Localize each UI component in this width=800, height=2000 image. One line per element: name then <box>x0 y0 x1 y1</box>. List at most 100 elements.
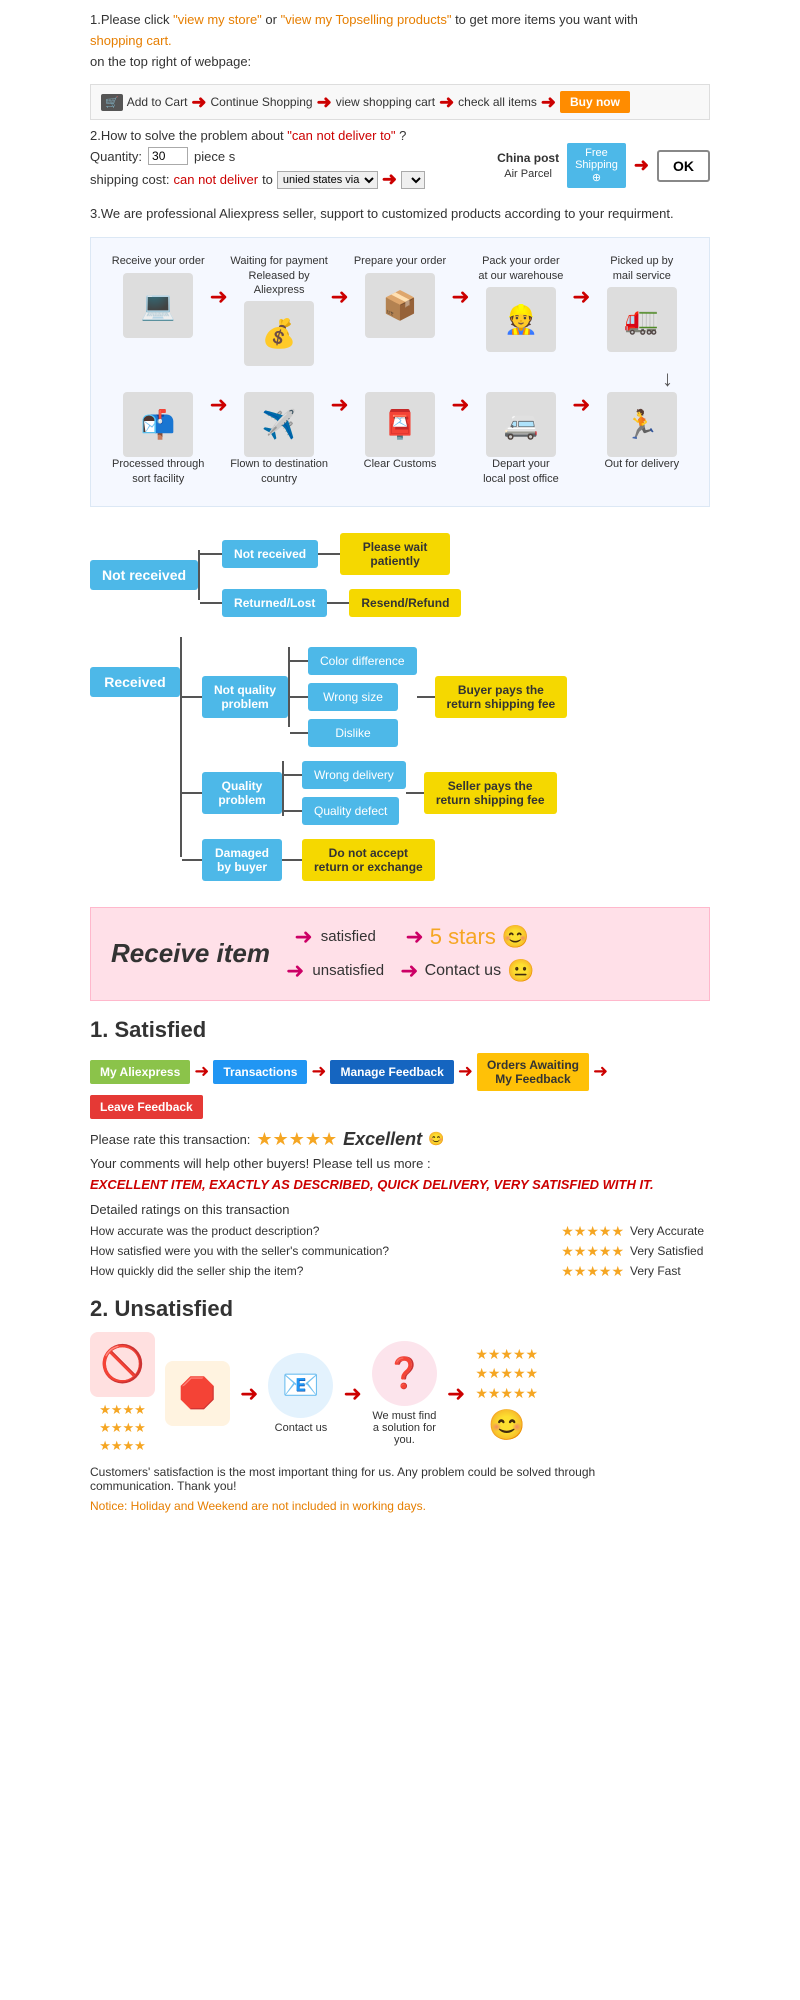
section1-text1: 1.Please click <box>90 12 173 27</box>
process-step-8: 📮 Clear Customs <box>349 392 451 475</box>
unsat-arrow-3: ➜ <box>447 1381 465 1407</box>
process-icon-1: 💻 <box>123 273 193 338</box>
continue-shopping-label: Continue Shopping <box>211 95 313 109</box>
steps-arrow-1: ➜ <box>194 1061 209 1082</box>
resend-refund-box: Resend/Refund <box>349 589 461 617</box>
cart-icon: 🛒 <box>101 94 123 111</box>
flow-arrow-8: ➜ <box>209 392 227 418</box>
unsat-arrow-2: ➜ <box>343 1381 361 1407</box>
manage-feedback-step: Manage Feedback <box>330 1060 453 1084</box>
satisfied-section: 1. Satisfied My Aliexpress ➜ Transaction… <box>90 1017 710 1280</box>
receive-arrow1: ➜ <box>294 924 312 950</box>
unsatisfied-title: 2. Unsatisfied <box>90 1296 710 1322</box>
flow-arrow-3: ➜ <box>451 284 469 310</box>
detail-label-2: How satisfied were you with the seller's… <box>90 1244 555 1258</box>
happy-smiley: 😊 <box>488 1408 525 1443</box>
cannot-deliver-text: "can not deliver to" <box>287 128 395 143</box>
receive-arrow2: ➜ <box>286 958 304 984</box>
process-icon-9: ✈️ <box>244 392 314 457</box>
china-post-info: China post Air Parcel <box>497 151 559 181</box>
flow-arrow-4: ➜ <box>572 284 590 310</box>
not-received-main: Not received <box>90 560 198 590</box>
china-post-title: China post <box>497 151 559 167</box>
my-aliexpress-step: My Aliexpress <box>90 1060 190 1084</box>
ship-label: shipping cost: <box>90 172 170 187</box>
section3-text: 3.We are professional Aliexpress seller,… <box>90 206 710 221</box>
notice-text-3: Notice: Holiday and Weekend are not incl… <box>90 1499 710 1513</box>
free-shipping-box: FreeShipping⊕ <box>567 143 626 188</box>
stop-n-group: 🛑 <box>165 1361 230 1426</box>
detail-label-3: How quickly did the seller ship the item… <box>90 1264 555 1278</box>
ok-button[interactable]: OK <box>657 150 710 182</box>
cannot-deliver-label: can not deliver <box>174 172 259 187</box>
china-post-area: China post Air Parcel FreeShipping⊕ ➜ OK <box>497 143 710 188</box>
process-label-5: Picked up bymail service <box>610 254 673 283</box>
unsatisfied-section: 2. Unsatisfied 🚫 ★★★★★★★★★★★★ 🛑 ➜ 📧 Cont… <box>90 1296 710 1514</box>
detail-row-3: How quickly did the seller ship the item… <box>90 1263 710 1280</box>
shipping-method-select[interactable] <box>401 171 425 189</box>
process-icon-3: 📦 <box>365 273 435 338</box>
receive-item-section: Receive item ➜ satisfied ➜ unsatisfied ➜… <box>90 907 710 1001</box>
buy-now-button[interactable]: Buy now <box>560 91 630 113</box>
view-topselling-link[interactable]: "view my Topselling products" <box>281 12 452 27</box>
arrow-2: ➜ <box>317 92 332 113</box>
destination-select[interactable]: unied states via <box>277 171 378 189</box>
solution-label: We must finda solution foryou. <box>372 1410 436 1446</box>
five-stars-text: 5 stars <box>430 924 496 950</box>
buyer-pays-box: Buyer pays thereturn shipping fee <box>435 676 568 718</box>
process-icon-10: 📬 <box>123 392 193 457</box>
transactions-step: Transactions <box>213 1060 307 1084</box>
detail-stars-3: ★★★★★ <box>561 1263 624 1280</box>
process-flow-section: Receive your order 💻 ➜ Waiting for payme… <box>90 237 710 506</box>
section2-title: 2.How to solve the problem about <box>90 128 284 143</box>
no-return-box: Do not acceptreturn or exchange <box>302 839 435 881</box>
china-post-sub: Air Parcel <box>497 167 559 181</box>
feedback-steps-bar: My Aliexpress ➜ Transactions ➜ Manage Fe… <box>90 1053 710 1119</box>
cart-steps-bar: 🛒 Add to Cart ➜ Continue Shopping ➜ view… <box>90 84 710 120</box>
notice-text-1: Customers' satisfaction is the most impo… <box>90 1465 710 1479</box>
process-label-2: Waiting for paymentReleased by Aliexpres… <box>228 254 330 297</box>
process-step-9: ✈️ Flown to destinationcountry <box>228 392 330 490</box>
arrow-1: ➜ <box>191 92 206 113</box>
color-diff-box: Color difference <box>308 647 417 675</box>
wrong-delivery-box: Wrong delivery <box>302 761 406 789</box>
contact-us-text: Contact us <box>425 962 501 980</box>
process-label-4: Pack your orderat our warehouse <box>478 254 563 283</box>
unsat-arrow-1: ➜ <box>240 1381 258 1407</box>
quality-defect-box: Quality defect <box>302 797 399 825</box>
detail-result-3: Very Fast <box>630 1264 710 1278</box>
arrow-china-post: ➜ <box>634 155 649 176</box>
steps-arrow-4: ➜ <box>593 1061 608 1082</box>
not-received-sub1: Not received <box>222 540 318 568</box>
detail-ratings-title: Detailed ratings on this transaction <box>90 1202 710 1217</box>
step-check-items: check all items <box>458 95 537 109</box>
quantity-row: Quantity: piece s <box>90 147 425 165</box>
section1: 1.Please click "view my store" or "view … <box>90 10 710 72</box>
add-to-cart-label: Add to Cart <box>127 95 188 109</box>
process-step-3: Prepare your order 📦 <box>349 254 451 337</box>
process-label-8: Clear Customs <box>364 457 437 471</box>
qty-input[interactable] <box>148 147 188 165</box>
seller-pays-box: Seller pays thereturn shipping fee <box>424 772 557 814</box>
rate-label: Please rate this transaction: <box>90 1132 250 1147</box>
process-label-10: Processed throughsort facility <box>112 457 204 486</box>
view-store-link[interactable]: "view my store" <box>173 12 262 27</box>
returned-lost-box: Returned/Lost <box>222 589 327 617</box>
comments-label: Your comments will help other buyers! Pl… <box>90 1156 710 1171</box>
outcome-arrow2: ➜ <box>400 958 418 984</box>
detail-row-1: How accurate was the product description… <box>90 1223 710 1240</box>
unsatisfied-label: unsatisfied <box>312 962 384 979</box>
process-step-2: Waiting for paymentReleased by Aliexpres… <box>228 254 330 366</box>
receive-item-title: Receive item <box>111 938 270 969</box>
shopping-cart-text: shopping cart. <box>90 33 172 48</box>
steps-arrow-2: ➜ <box>311 1061 326 1082</box>
process-icon-8: 📮 <box>365 392 435 457</box>
unsat-flow: 🚫 ★★★★★★★★★★★★ 🛑 ➜ 📧 Contact us ➜ ❓ We m… <box>90 1332 710 1456</box>
no-sign-icon: 🚫 <box>90 1332 155 1397</box>
shipping-row: shipping cost: can not deliver to unied … <box>90 169 425 190</box>
process-step-10: 📬 Processed throughsort facility <box>107 392 209 490</box>
flow-arrow-1: ➜ <box>209 284 227 310</box>
orders-awaiting-step: Orders AwaitingMy Feedback <box>477 1053 589 1091</box>
detail-result-1: Very Accurate <box>630 1224 710 1238</box>
process-step-5: Picked up bymail service 🚛 <box>591 254 693 352</box>
